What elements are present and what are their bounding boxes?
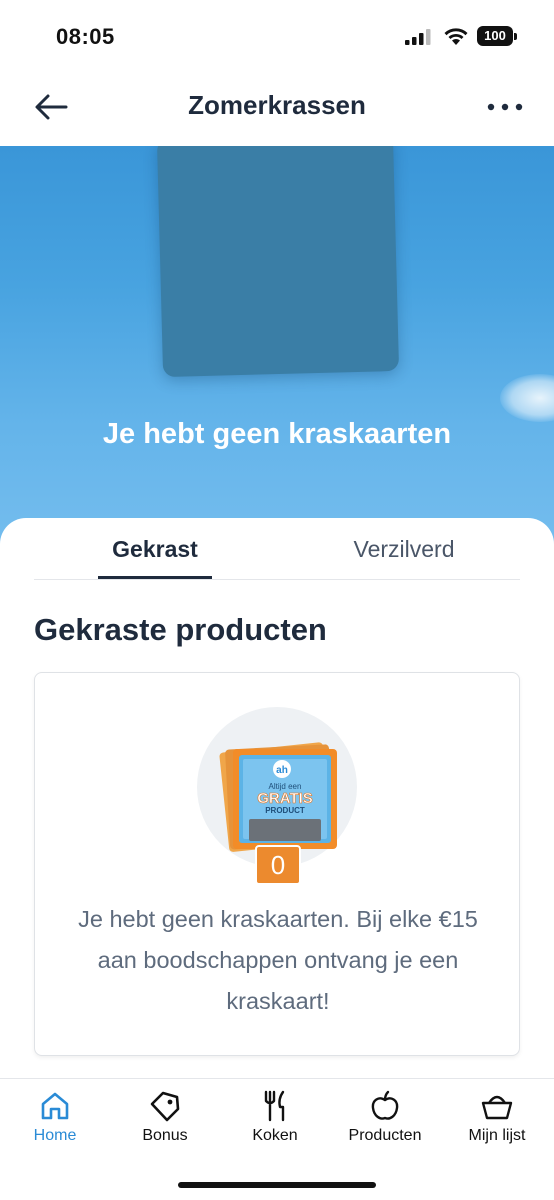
scratch-card-count-badge: 0 [255,845,301,885]
tab-bar: Gekrast Verzilverd [34,518,520,580]
battery-indicator: 100 [477,26,517,46]
bottom-nav-producten[interactable]: Producten [330,1089,440,1159]
scratch-cards-icon: ah Altijd een GRATIS PRODUCT [219,742,337,852]
apple-icon [371,1090,399,1120]
bottom-nav-koken[interactable]: Koken [220,1089,330,1159]
battery-level: 100 [477,26,513,46]
wifi-icon [444,28,468,45]
hero-banner: Je hebt geen kraskaarten [0,146,554,546]
cloud-decoration [500,374,554,422]
bottom-nav-label: Koken [252,1127,298,1144]
battery-tip [514,33,517,40]
card-line3: PRODUCT [265,806,305,815]
basket-icon [481,1095,513,1120]
bottom-nav-label: Home [33,1127,77,1144]
card-line2: GRATIS [257,790,313,807]
status-time: 08:05 [56,24,115,49]
content-panel: Gekrast Verzilverd Gekraste producten ah… [0,518,554,1078]
bottom-nav-label: Producten [348,1127,422,1144]
svg-text:ah: ah [276,765,288,776]
cellular-signal-icon [405,29,431,45]
active-tab-indicator [98,576,212,579]
hero-message: Je hebt geen kraskaarten [102,418,452,450]
bottom-nav-label: Bonus [142,1127,188,1144]
tab-gekrast[interactable]: Gekrast [98,536,212,563]
tag-icon [150,1091,180,1122]
tab-verzilverd[interactable]: Verzilverd [334,536,474,563]
cutlery-icon [264,1090,285,1122]
empty-state-message: Je hebt geen kraskaarten. Bij elke €15 a… [78,906,478,1014]
bottom-nav-mijn-lijst[interactable]: Mijn lijst [442,1089,552,1159]
bottom-nav-bonus[interactable]: Bonus [110,1089,220,1159]
status-bar: 08:05 100 [0,0,554,70]
scratch-card-illustration: ah Altijd een GRATIS PRODUCT [197,707,357,867]
scratch-card-placeholder [156,146,400,378]
bottom-nav-label: Mijn lijst [468,1127,526,1144]
home-indicator [178,1182,376,1188]
more-options-icon[interactable] [484,90,526,124]
navigation-bar: Zomerkrassen [0,70,554,146]
page-title: Zomerkrassen [188,90,366,120]
empty-state-card: ah Altijd een GRATIS PRODUCT 0 Je hebt g… [34,672,520,1056]
bottom-nav-home[interactable]: Home [0,1089,110,1159]
home-icon [41,1092,69,1120]
section-title: Gekraste producten [34,612,327,647]
